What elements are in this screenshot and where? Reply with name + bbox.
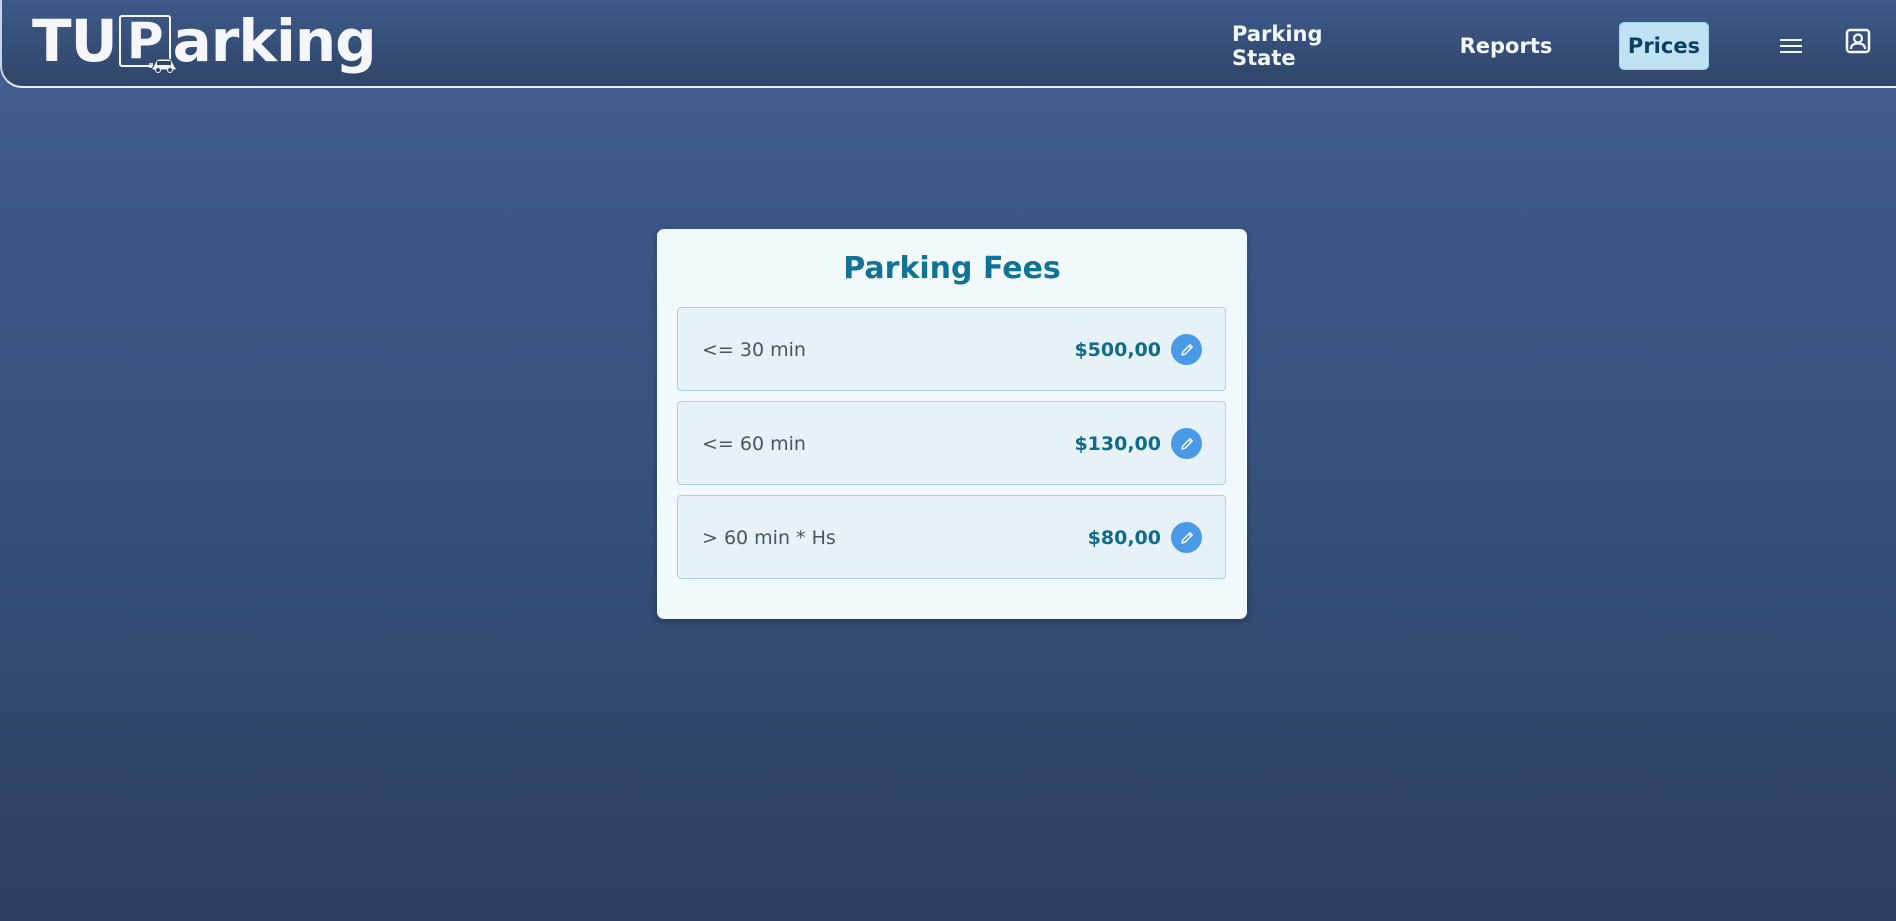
tuparking-logo[interactable]: TU P arking — [32, 6, 377, 76]
fee-price: $130,00 — [1074, 433, 1161, 455]
car-icon — [148, 58, 177, 73]
edit-fee-button[interactable] — [1171, 334, 1202, 365]
fee-price: $80,00 — [1087, 527, 1161, 549]
logo-parking-sign: P — [118, 15, 177, 73]
fee-label: > 60 min * Hs — [702, 527, 836, 549]
parking-fees-card: Parking Fees <= 30 min $500,00 <= 60 min… — [657, 229, 1247, 619]
fee-label: <= 60 min — [702, 433, 806, 455]
user-profile-icon[interactable] — [1842, 25, 1874, 57]
fee-row: <= 30 min $500,00 — [677, 307, 1226, 391]
nav-reports[interactable]: Reports — [1456, 22, 1556, 70]
fee-label: <= 30 min — [702, 339, 806, 361]
pencil-icon — [1180, 437, 1193, 450]
card-title: Parking Fees — [843, 251, 1061, 286]
pencil-icon — [1180, 343, 1193, 356]
logo-text-tu: TU — [32, 7, 118, 75]
pencil-icon — [1180, 531, 1193, 544]
fee-row: > 60 min * Hs $80,00 — [677, 495, 1226, 579]
fee-price: $500,00 — [1074, 339, 1161, 361]
nav-prices[interactable]: Prices — [1619, 22, 1709, 70]
edit-fee-button[interactable] — [1171, 428, 1202, 459]
nav-parking-state[interactable]: Parking State — [1232, 22, 1392, 70]
fee-row: <= 60 min $130,00 — [677, 401, 1226, 485]
logo-text-arking: arking — [172, 7, 377, 75]
top-navbar: TU P arking Parking State Reports Prices — [0, 0, 1896, 88]
edit-fee-button[interactable] — [1171, 522, 1202, 553]
hamburger-menu-icon[interactable] — [1776, 32, 1806, 60]
